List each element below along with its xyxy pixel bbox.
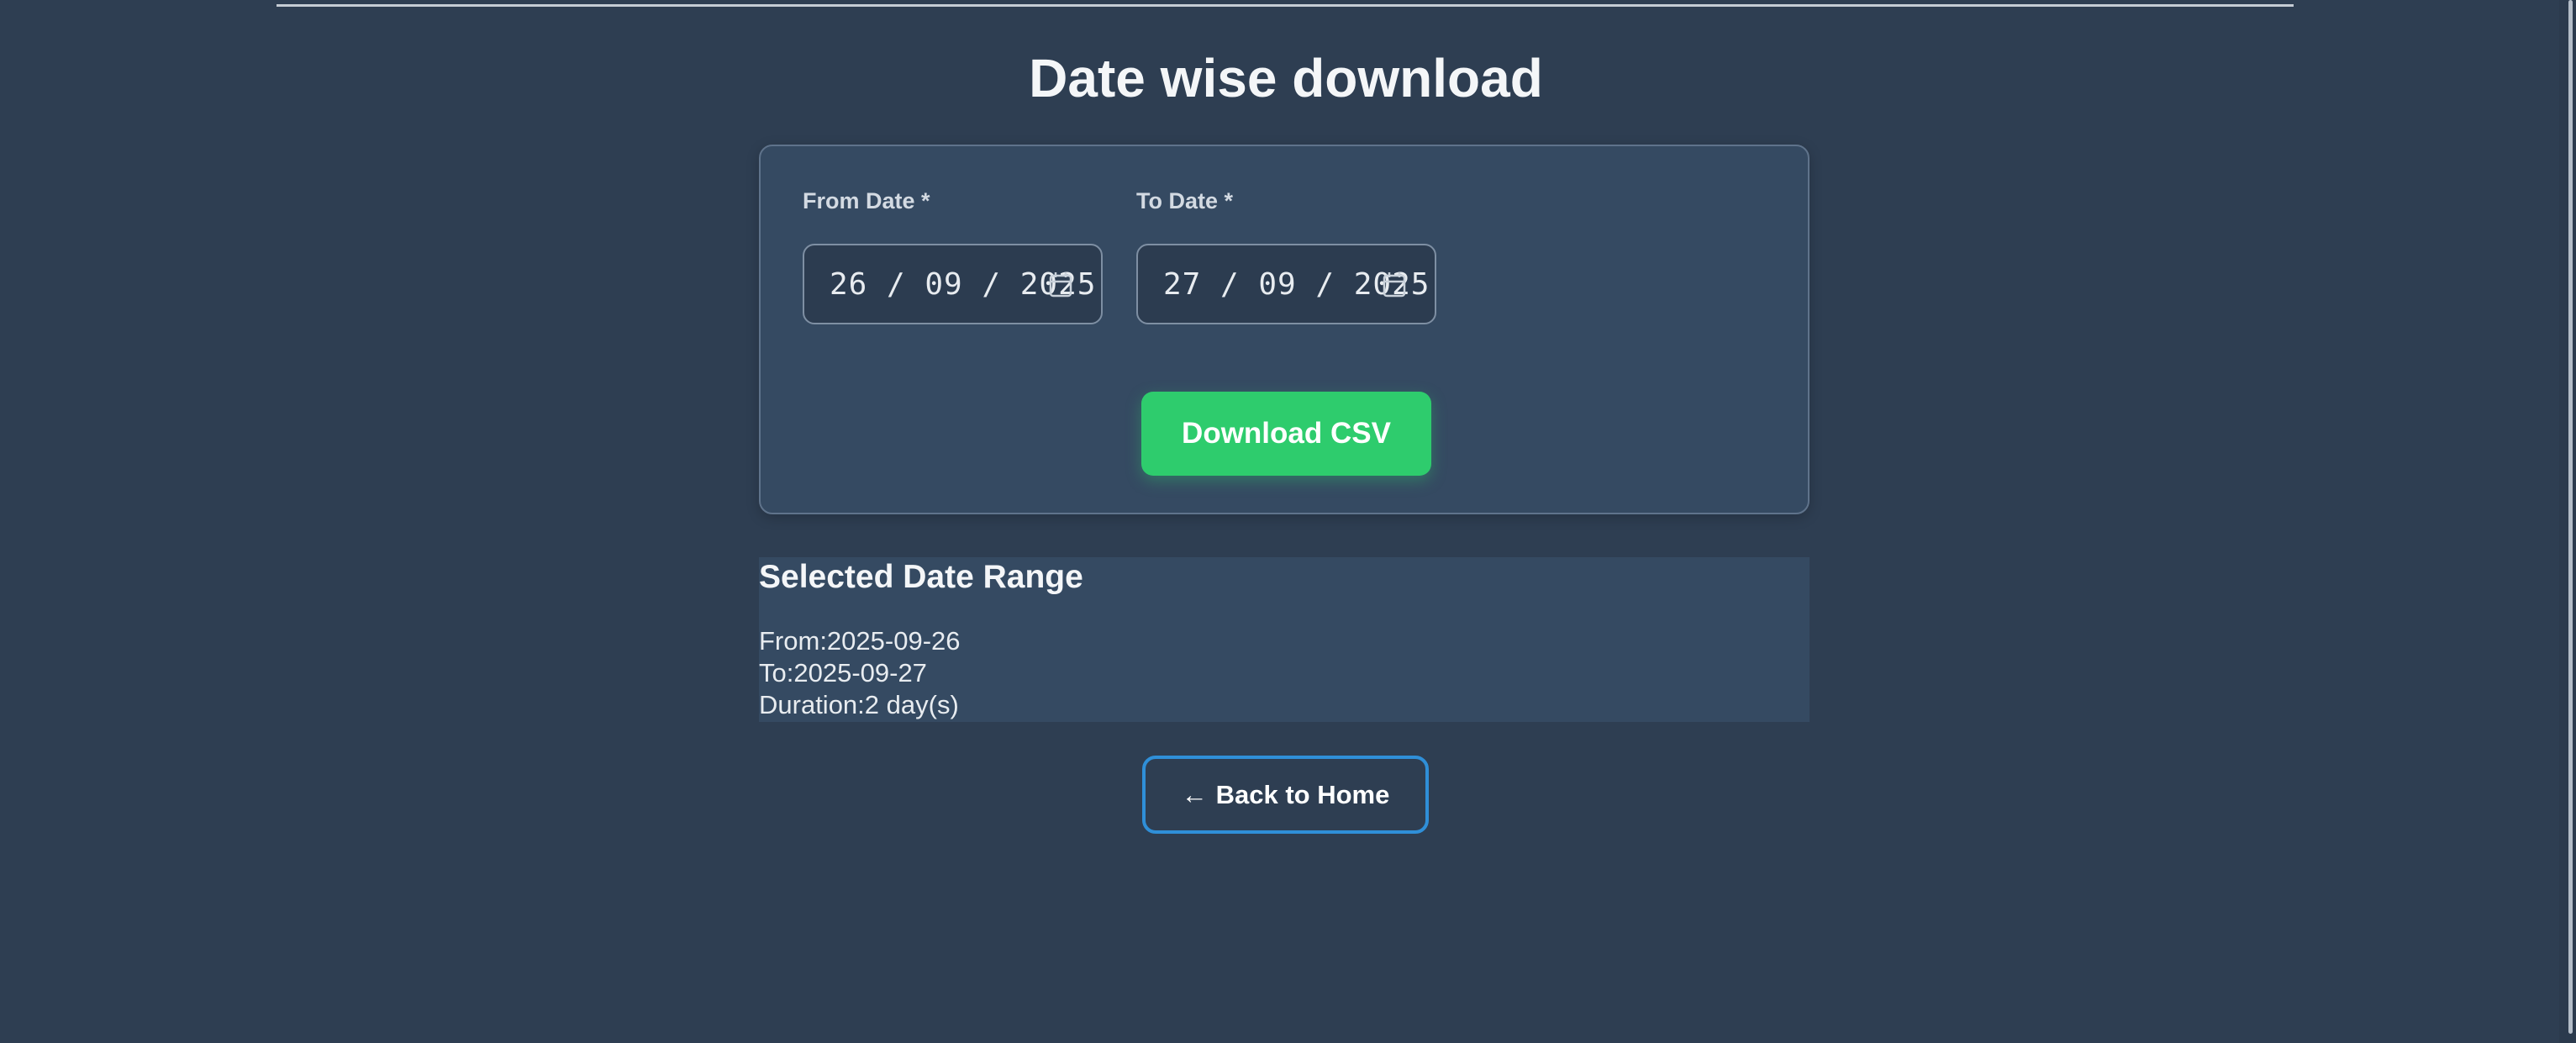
- from-date-input[interactable]: 26 / 09 / 2025: [803, 244, 1103, 324]
- from-date-label: From Date *: [803, 188, 930, 213]
- scrollbar-thumb[interactable]: [2568, 0, 2573, 1034]
- back-to-home-button[interactable]: ← Back to Home: [1142, 756, 1429, 834]
- back-to-home-label: Back to Home: [1215, 779, 1390, 809]
- to-date-label: To Date *: [1136, 188, 1234, 213]
- range-heading: Selected Date Range: [759, 559, 1083, 595]
- arrow-left-icon: ←: [1181, 779, 1208, 809]
- range-from: From:2025-09-26: [759, 626, 961, 656]
- to-date-input[interactable]: 27 / 09 / 2025: [1136, 244, 1436, 324]
- top-divider: [277, 4, 2294, 7]
- download-form-card: From Date * To Date * 26 / 09 / 2025 27 …: [759, 145, 1810, 514]
- calendar-icon[interactable]: [1049, 271, 1072, 298]
- calendar-icon[interactable]: [1383, 271, 1406, 298]
- scrollbar[interactable]: [2559, 0, 2576, 1043]
- page-title: Date wise download: [1029, 48, 1543, 108]
- range-duration: Duration:2 day(s): [759, 690, 959, 719]
- download-csv-button[interactable]: Download CSV: [1141, 392, 1431, 476]
- selected-range-panel: Selected Date Range From:2025-09-26 To:2…: [759, 557, 1810, 722]
- range-to: To:2025-09-27: [759, 658, 927, 687]
